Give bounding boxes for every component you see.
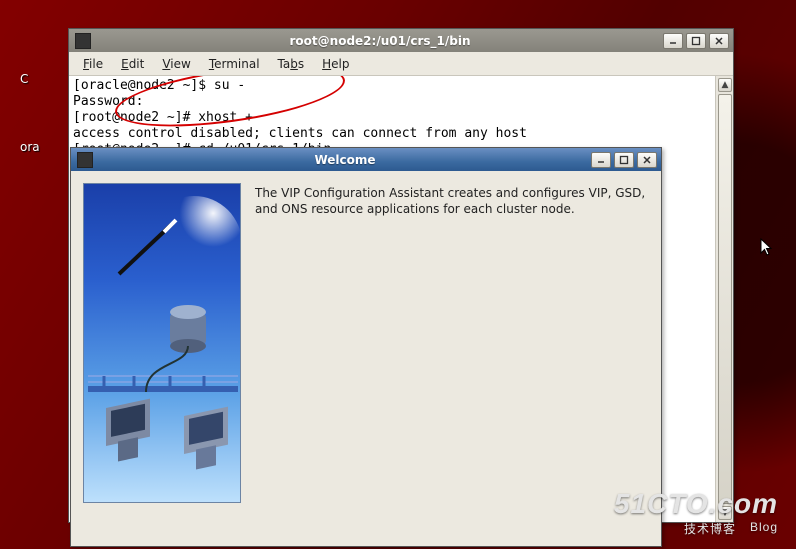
welcome-window: Welcome <box>70 147 662 547</box>
scroll-up-button[interactable]: ▲ <box>718 78 732 92</box>
terminal-titlebar[interactable]: root@node2:/u01/crs_1/bin <box>69 29 733 52</box>
terminal-title: root@node2:/u01/crs_1/bin <box>97 34 663 48</box>
system-menu-icon[interactable] <box>77 152 93 168</box>
minimize-icon <box>668 36 678 46</box>
menu-file[interactable]: File <box>77 55 109 73</box>
welcome-text: The VIP Configuration Assistant creates … <box>255 183 649 534</box>
menu-view[interactable]: View <box>156 55 196 73</box>
watermark-brand: 51CTO.com <box>614 488 778 520</box>
terminal-line: [oracle@node2 ~]$ su - <box>73 78 245 93</box>
welcome-titlebar[interactable]: Welcome <box>71 148 661 171</box>
terminal-scrollbar[interactable]: ▲ ▼ <box>715 76 733 522</box>
maximize-icon <box>691 36 701 46</box>
desktop-label: C <box>20 72 40 86</box>
watermark: 51CTO.com 技术博客 Blog <box>614 488 778 537</box>
watermark-sub: Blog <box>750 520 778 537</box>
terminal-line: Password: <box>73 94 143 109</box>
close-button[interactable] <box>637 152 657 168</box>
welcome-illustration <box>83 183 241 503</box>
maximize-icon <box>619 155 629 165</box>
terminal-menubar: File Edit View Terminal Tabs Help <box>69 52 733 76</box>
maximize-button[interactable] <box>686 33 706 49</box>
welcome-title: Welcome <box>99 153 591 167</box>
terminal-line: access control disabled; clients can con… <box>73 126 527 141</box>
menu-tabs[interactable]: Tabs <box>272 55 311 73</box>
desktop-label: ora <box>20 140 40 154</box>
minimize-button[interactable] <box>663 33 683 49</box>
watermark-sub: 技术博客 <box>684 520 736 537</box>
desktop-left-labels: C ora <box>20 72 40 208</box>
close-icon <box>642 155 652 165</box>
close-icon <box>714 36 724 46</box>
menu-terminal[interactable]: Terminal <box>203 55 266 73</box>
system-menu-icon[interactable] <box>75 33 91 49</box>
minimize-icon <box>596 155 606 165</box>
maximize-button[interactable] <box>614 152 634 168</box>
menu-help[interactable]: Help <box>316 55 355 73</box>
minimize-button[interactable] <box>591 152 611 168</box>
scroll-thumb[interactable] <box>718 94 732 504</box>
close-button[interactable] <box>709 33 729 49</box>
menu-edit[interactable]: Edit <box>115 55 150 73</box>
terminal-line: [root@node2 ~]# xhost + <box>73 110 253 125</box>
